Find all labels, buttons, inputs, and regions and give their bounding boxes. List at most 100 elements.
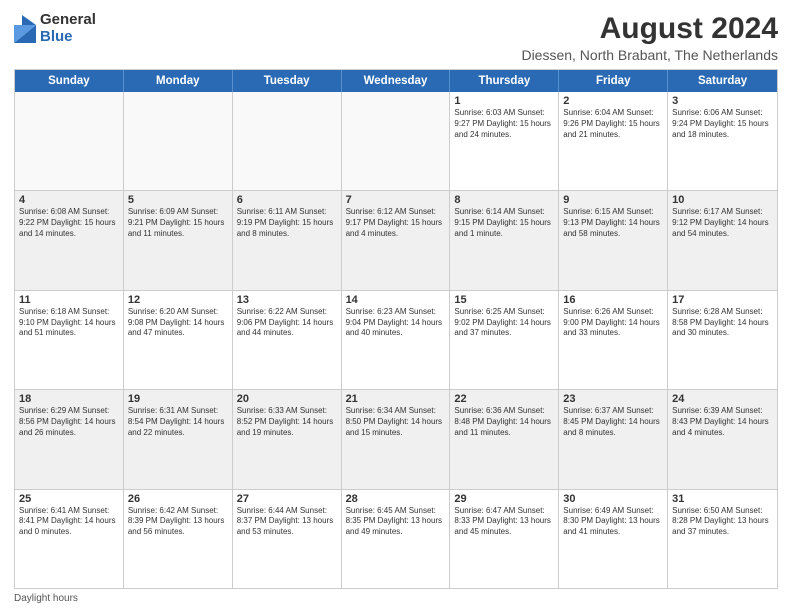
day-number: 12 [128, 294, 228, 306]
day-number: 26 [128, 493, 228, 505]
calendar-header: SundayMondayTuesdayWednesdayThursdayFrid… [15, 70, 777, 92]
cell-info: Sunrise: 6:41 AM Sunset: 8:41 PM Dayligh… [19, 506, 119, 538]
cell-info: Sunrise: 6:17 AM Sunset: 9:12 PM Dayligh… [672, 207, 773, 239]
footer-note: Daylight hours [14, 593, 778, 604]
calendar-cell: 16Sunrise: 6:26 AM Sunset: 9:00 PM Dayli… [559, 291, 668, 389]
cell-info: Sunrise: 6:12 AM Sunset: 9:17 PM Dayligh… [346, 207, 446, 239]
calendar-cell: 12Sunrise: 6:20 AM Sunset: 9:08 PM Dayli… [124, 291, 233, 389]
cell-info: Sunrise: 6:23 AM Sunset: 9:04 PM Dayligh… [346, 307, 446, 339]
day-header-thursday: Thursday [450, 70, 559, 92]
cell-info: Sunrise: 6:04 AM Sunset: 9:26 PM Dayligh… [563, 108, 663, 140]
calendar-cell: 7Sunrise: 6:12 AM Sunset: 9:17 PM Daylig… [342, 191, 451, 289]
calendar-cell [342, 92, 451, 190]
calendar-week-3: 11Sunrise: 6:18 AM Sunset: 9:10 PM Dayli… [15, 291, 777, 390]
calendar-cell: 23Sunrise: 6:37 AM Sunset: 8:45 PM Dayli… [559, 390, 668, 488]
calendar-cell: 24Sunrise: 6:39 AM Sunset: 8:43 PM Dayli… [668, 390, 777, 488]
day-number: 19 [128, 393, 228, 405]
cell-info: Sunrise: 6:06 AM Sunset: 9:24 PM Dayligh… [672, 108, 773, 140]
cell-info: Sunrise: 6:11 AM Sunset: 9:19 PM Dayligh… [237, 207, 337, 239]
calendar-week-1: 1Sunrise: 6:03 AM Sunset: 9:27 PM Daylig… [15, 92, 777, 191]
logo-icon [14, 15, 36, 43]
calendar-cell: 22Sunrise: 6:36 AM Sunset: 8:48 PM Dayli… [450, 390, 559, 488]
day-number: 1 [454, 95, 554, 107]
calendar-cell: 15Sunrise: 6:25 AM Sunset: 9:02 PM Dayli… [450, 291, 559, 389]
calendar-cell: 18Sunrise: 6:29 AM Sunset: 8:56 PM Dayli… [15, 390, 124, 488]
day-number: 16 [563, 294, 663, 306]
cell-info: Sunrise: 6:42 AM Sunset: 8:39 PM Dayligh… [128, 506, 228, 538]
calendar-cell: 28Sunrise: 6:45 AM Sunset: 8:35 PM Dayli… [342, 490, 451, 588]
cell-info: Sunrise: 6:31 AM Sunset: 8:54 PM Dayligh… [128, 406, 228, 438]
location: Diessen, North Brabant, The Netherlands [521, 47, 778, 63]
header: General Blue August 2024 Diessen, North … [14, 12, 778, 63]
day-number: 30 [563, 493, 663, 505]
day-number: 10 [672, 194, 773, 206]
cell-info: Sunrise: 6:25 AM Sunset: 9:02 PM Dayligh… [454, 307, 554, 339]
calendar: SundayMondayTuesdayWednesdayThursdayFrid… [14, 69, 778, 589]
calendar-cell: 5Sunrise: 6:09 AM Sunset: 9:21 PM Daylig… [124, 191, 233, 289]
day-number: 4 [19, 194, 119, 206]
day-number: 18 [19, 393, 119, 405]
day-header-sunday: Sunday [15, 70, 124, 92]
day-number: 24 [672, 393, 773, 405]
calendar-cell: 14Sunrise: 6:23 AM Sunset: 9:04 PM Dayli… [342, 291, 451, 389]
day-number: 23 [563, 393, 663, 405]
cell-info: Sunrise: 6:08 AM Sunset: 9:22 PM Dayligh… [19, 207, 119, 239]
calendar-cell: 13Sunrise: 6:22 AM Sunset: 9:06 PM Dayli… [233, 291, 342, 389]
day-number: 27 [237, 493, 337, 505]
day-number: 29 [454, 493, 554, 505]
day-number: 25 [19, 493, 119, 505]
day-number: 11 [19, 294, 119, 306]
day-number: 7 [346, 194, 446, 206]
logo: General Blue [14, 12, 96, 45]
calendar-cell: 21Sunrise: 6:34 AM Sunset: 8:50 PM Dayli… [342, 390, 451, 488]
month-year: August 2024 [521, 12, 778, 45]
day-number: 9 [563, 194, 663, 206]
cell-info: Sunrise: 6:22 AM Sunset: 9:06 PM Dayligh… [237, 307, 337, 339]
logo-blue: Blue [40, 28, 73, 45]
calendar-cell: 29Sunrise: 6:47 AM Sunset: 8:33 PM Dayli… [450, 490, 559, 588]
cell-info: Sunrise: 6:26 AM Sunset: 9:00 PM Dayligh… [563, 307, 663, 339]
calendar-cell: 30Sunrise: 6:49 AM Sunset: 8:30 PM Dayli… [559, 490, 668, 588]
calendar-cell: 3Sunrise: 6:06 AM Sunset: 9:24 PM Daylig… [668, 92, 777, 190]
calendar-cell: 8Sunrise: 6:14 AM Sunset: 9:15 PM Daylig… [450, 191, 559, 289]
calendar-cell: 31Sunrise: 6:50 AM Sunset: 8:28 PM Dayli… [668, 490, 777, 588]
cell-info: Sunrise: 6:03 AM Sunset: 9:27 PM Dayligh… [454, 108, 554, 140]
logo-text: General Blue [40, 12, 96, 45]
cell-info: Sunrise: 6:14 AM Sunset: 9:15 PM Dayligh… [454, 207, 554, 239]
day-number: 6 [237, 194, 337, 206]
calendar-cell: 20Sunrise: 6:33 AM Sunset: 8:52 PM Dayli… [233, 390, 342, 488]
calendar-week-5: 25Sunrise: 6:41 AM Sunset: 8:41 PM Dayli… [15, 490, 777, 588]
cell-info: Sunrise: 6:34 AM Sunset: 8:50 PM Dayligh… [346, 406, 446, 438]
cell-info: Sunrise: 6:33 AM Sunset: 8:52 PM Dayligh… [237, 406, 337, 438]
day-header-saturday: Saturday [668, 70, 777, 92]
cell-info: Sunrise: 6:28 AM Sunset: 8:58 PM Dayligh… [672, 307, 773, 339]
calendar-cell: 6Sunrise: 6:11 AM Sunset: 9:19 PM Daylig… [233, 191, 342, 289]
cell-info: Sunrise: 6:09 AM Sunset: 9:21 PM Dayligh… [128, 207, 228, 239]
calendar-cell: 10Sunrise: 6:17 AM Sunset: 9:12 PM Dayli… [668, 191, 777, 289]
calendar-body: 1Sunrise: 6:03 AM Sunset: 9:27 PM Daylig… [15, 92, 777, 588]
day-header-wednesday: Wednesday [342, 70, 451, 92]
day-number: 20 [237, 393, 337, 405]
day-number: 22 [454, 393, 554, 405]
calendar-cell: 27Sunrise: 6:44 AM Sunset: 8:37 PM Dayli… [233, 490, 342, 588]
day-number: 17 [672, 294, 773, 306]
calendar-cell: 11Sunrise: 6:18 AM Sunset: 9:10 PM Dayli… [15, 291, 124, 389]
calendar-week-2: 4Sunrise: 6:08 AM Sunset: 9:22 PM Daylig… [15, 191, 777, 290]
cell-info: Sunrise: 6:47 AM Sunset: 8:33 PM Dayligh… [454, 506, 554, 538]
calendar-week-4: 18Sunrise: 6:29 AM Sunset: 8:56 PM Dayli… [15, 390, 777, 489]
day-number: 14 [346, 294, 446, 306]
day-header-monday: Monday [124, 70, 233, 92]
day-header-tuesday: Tuesday [233, 70, 342, 92]
calendar-cell: 19Sunrise: 6:31 AM Sunset: 8:54 PM Dayli… [124, 390, 233, 488]
calendar-cell [233, 92, 342, 190]
logo-general: General [40, 11, 96, 28]
cell-info: Sunrise: 6:15 AM Sunset: 9:13 PM Dayligh… [563, 207, 663, 239]
calendar-cell: 2Sunrise: 6:04 AM Sunset: 9:26 PM Daylig… [559, 92, 668, 190]
day-header-friday: Friday [559, 70, 668, 92]
day-number: 21 [346, 393, 446, 405]
cell-info: Sunrise: 6:18 AM Sunset: 9:10 PM Dayligh… [19, 307, 119, 339]
day-number: 3 [672, 95, 773, 107]
cell-info: Sunrise: 6:44 AM Sunset: 8:37 PM Dayligh… [237, 506, 337, 538]
cell-info: Sunrise: 6:50 AM Sunset: 8:28 PM Dayligh… [672, 506, 773, 538]
day-number: 31 [672, 493, 773, 505]
